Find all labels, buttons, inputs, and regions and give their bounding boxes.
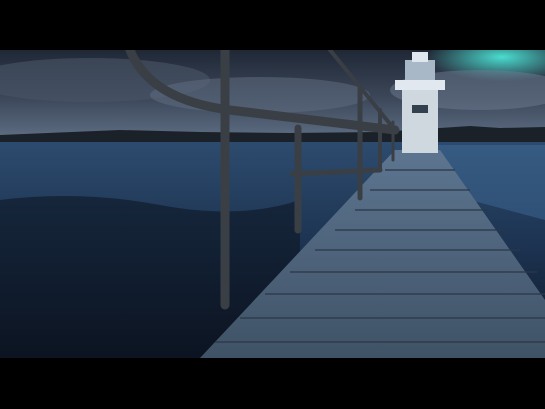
desktop bbox=[0, 50, 545, 358]
wallpaper bbox=[0, 50, 545, 358]
